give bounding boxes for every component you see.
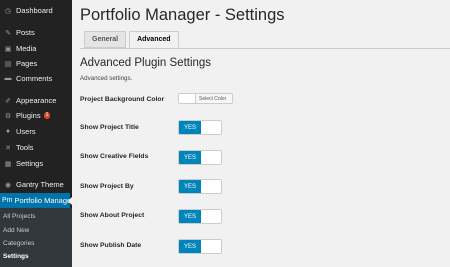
sidebar-item-plugins[interactable]: ⚙ Plugins 1 <box>0 108 72 123</box>
show-project-by-toggle[interactable]: YES <box>178 179 222 194</box>
show-about-project-label: Show About Project <box>80 212 145 219</box>
section-description: Advanced settings. <box>80 75 133 82</box>
toggle-yes-label: YES <box>179 180 201 193</box>
gantry-icon: ◉ <box>4 181 12 189</box>
show-creative-fields-label: Show Creative Fields <box>80 153 149 160</box>
toggle-yes-label: YES <box>179 210 201 223</box>
sidebar-item-label: Tools <box>16 143 34 152</box>
brush-icon: ✐ <box>5 97 11 105</box>
media-icon: ▣ <box>4 45 12 53</box>
show-publish-date-toggle[interactable]: YES <box>178 239 222 254</box>
settings-icon: ▦ <box>4 160 12 168</box>
toggle-off-area <box>201 180 221 193</box>
sidebar-item-appearance[interactable]: ✐ Appearance <box>0 93 72 108</box>
wrench-icon: ✕ <box>5 144 11 152</box>
admin-sidebar: ◷ Dashboard ✎ Posts ▣ Media ▤ Pages ▬ Co… <box>0 0 74 267</box>
show-project-title-label: Show Project Title <box>80 124 139 131</box>
sidebar-item-users[interactable]: ● Users <box>0 124 72 139</box>
sidebar-item-label: Portfolio Manager <box>14 196 74 205</box>
select-color-button[interactable]: Select Color <box>199 96 226 102</box>
sidebar-item-label: Settings <box>16 159 44 168</box>
sidebar-item-pages[interactable]: ▤ Pages <box>0 56 72 71</box>
sidebar-item-media[interactable]: ▣ Media <box>0 41 72 56</box>
color-swatch <box>179 94 196 103</box>
sidebar-item-settings[interactable]: ▦ Settings <box>0 156 72 171</box>
sidebar-item-label: Gantry Theme <box>16 180 64 189</box>
sidebar-item-dashboard[interactable]: ◷ Dashboard <box>0 3 72 18</box>
toggle-yes-label: YES <box>179 121 201 134</box>
user-icon: ● <box>5 128 11 135</box>
show-project-title-toggle[interactable]: YES <box>178 120 222 135</box>
toggle-off-area <box>201 210 221 223</box>
background-color-label: Project Background Color <box>80 96 165 103</box>
toggle-off-area <box>201 151 221 164</box>
tab-divider <box>80 48 450 49</box>
toggle-off-area <box>201 121 221 134</box>
settings-tabs: General Advanced <box>84 31 182 48</box>
sidebar-item-label: Pages <box>16 59 38 68</box>
tab-general[interactable]: General <box>84 31 127 48</box>
show-about-project-toggle[interactable]: YES <box>178 209 222 224</box>
toggle-yes-label: YES <box>179 151 201 164</box>
toggle-off-area <box>201 240 221 253</box>
background-color-picker[interactable]: Select Color <box>178 93 233 104</box>
update-count-badge: 1 <box>43 112 51 119</box>
portfolio-icon: Pm <box>2 197 13 204</box>
sidebar-item-label: Comments <box>16 74 53 83</box>
sidebar-item-label: Users <box>16 127 36 136</box>
sidebar-item-label: Dashboard <box>16 6 53 15</box>
show-project-by-label: Show Project By <box>80 183 134 190</box>
show-publish-date-label: Show Publish Date <box>80 242 142 249</box>
section-title: Advanced Plugin Settings <box>80 57 212 69</box>
submenu-item-all-projects[interactable]: All Projects <box>3 213 36 220</box>
sidebar-item-tools[interactable]: ✕ Tools <box>0 140 72 155</box>
sidebar-item-label: Posts <box>16 28 35 37</box>
portfolio-submenu: All Projects Add New Categories Settings <box>0 208 72 267</box>
sidebar-item-gantry-theme[interactable]: ◉ Gantry Theme <box>0 177 72 192</box>
sidebar-item-comments[interactable]: ▬ Comments <box>0 71 72 86</box>
main-content: Portfolio Manager - Settings General Adv… <box>72 0 450 267</box>
submenu-item-categories[interactable]: Categories <box>3 240 34 247</box>
sidebar-item-label: Appearance <box>16 96 57 105</box>
submenu-item-add-new[interactable]: Add New <box>3 227 29 234</box>
show-creative-fields-toggle[interactable]: YES <box>178 150 222 165</box>
sidebar-item-portfolio-manager[interactable]: Pm Portfolio Manager <box>0 193 74 208</box>
sidebar-item-label: Media <box>16 44 37 53</box>
page-title: Portfolio Manager - Settings <box>80 6 285 24</box>
page-icon: ▤ <box>4 60 12 68</box>
comment-icon: ▬ <box>4 75 12 82</box>
toggle-yes-label: YES <box>179 240 201 253</box>
sidebar-item-posts[interactable]: ✎ Posts <box>0 25 72 40</box>
plugin-icon: ⚙ <box>4 112 12 120</box>
sidebar-item-label: Plugins <box>16 111 41 120</box>
tab-advanced[interactable]: Advanced <box>129 31 179 48</box>
pin-icon: ✎ <box>5 29 11 37</box>
submenu-item-settings[interactable]: Settings <box>3 253 29 260</box>
dashboard-icon: ◷ <box>4 7 12 15</box>
